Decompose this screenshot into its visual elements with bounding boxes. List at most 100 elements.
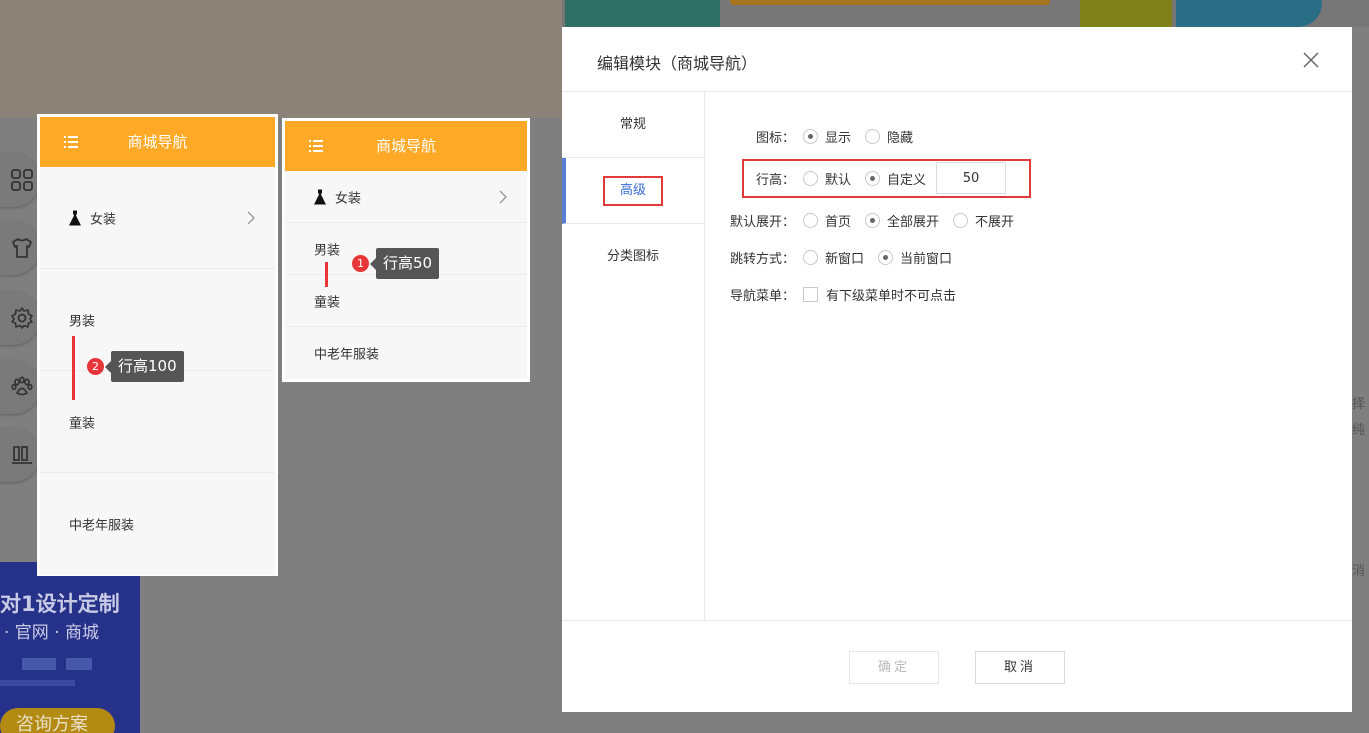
callout-tooltip: 行高100 xyxy=(105,351,184,382)
banner-decoration xyxy=(1176,0,1322,27)
nav-item-label: 中老年服装 xyxy=(69,518,135,534)
tab-category-icon[interactable]: 分类图标 xyxy=(562,224,704,290)
nav-item-label: 男装 xyxy=(69,314,96,329)
radio-dot xyxy=(803,212,818,228)
nav-item-label: 女装 xyxy=(335,191,362,206)
disable-parent-click-checkbox[interactable] xyxy=(803,286,818,302)
nav-item-label: 童装 xyxy=(69,416,96,431)
callout-number-badge: 1 xyxy=(352,255,369,272)
nav-item-kids[interactable]: 童装 xyxy=(40,371,275,473)
radio-label: 当前窗口 xyxy=(900,251,953,267)
sidebar-settings-button[interactable] xyxy=(0,291,40,345)
confirm-button[interactable]: 确定 xyxy=(849,651,939,684)
row-height-100-callout: 2 行高100 xyxy=(87,351,184,382)
cancel-button[interactable]: 取消 xyxy=(975,651,1065,684)
radio-dot xyxy=(803,128,818,144)
nav-item-label: 中老年服装 xyxy=(314,347,380,363)
row-height-indicator-line xyxy=(72,336,75,400)
row-height-indicator-line xyxy=(325,262,328,287)
expand-none-radio[interactable]: 不展开 xyxy=(953,211,1014,230)
icon-show-radio[interactable]: 显示 xyxy=(803,127,851,146)
consult-button[interactable]: 咨询方案 xyxy=(0,708,115,733)
radio-dot xyxy=(865,128,881,144)
background-text: 消 xyxy=(1352,564,1366,579)
paw-icon xyxy=(11,376,33,396)
expand-all-radio[interactable]: 全部展开 xyxy=(865,211,939,230)
promo-decoration xyxy=(22,658,56,670)
dialog-header: 编辑模块（商城导航） xyxy=(562,27,1352,92)
gear-icon xyxy=(11,307,33,329)
dress-icon xyxy=(69,210,81,225)
icon-hide-radio[interactable]: 隐藏 xyxy=(865,127,913,146)
default-expand-row: 默认展开： 首页 全部展开 不展开 xyxy=(705,207,1028,233)
field-label: 导航菜单： xyxy=(729,288,795,304)
callout-tooltip: 行高50 xyxy=(369,248,440,279)
field-label: 跳转方式： xyxy=(729,251,795,267)
sidebar-components-button[interactable] xyxy=(0,428,40,482)
sidebar-apps-button[interactable] xyxy=(0,153,40,207)
banner-decoration xyxy=(1080,0,1172,27)
promo-banner[interactable]: 对1设计定制 · 官网 · 商城 咨询方案 xyxy=(0,562,140,733)
nav-item-seniors[interactable]: 中老年服装 xyxy=(285,327,527,379)
nav-item-kids[interactable]: 童装 xyxy=(285,275,527,327)
radio-label: 显示 xyxy=(825,130,852,146)
tab-label: 高级 xyxy=(602,176,663,206)
grid-icon xyxy=(11,169,33,191)
blocks-icon xyxy=(12,446,32,464)
tab-general[interactable]: 常规 xyxy=(562,92,704,158)
sidebar-pet-button[interactable] xyxy=(0,360,40,414)
jump-mode-row: 跳转方式： 新窗口 当前窗口 xyxy=(705,244,966,270)
dialog-footer: 确定 取消 xyxy=(562,620,1352,712)
sidebar-style-button[interactable] xyxy=(0,221,40,275)
banner-decoration xyxy=(730,0,1050,5)
nav-header: 商城导航 xyxy=(285,121,527,171)
chevron-right-icon xyxy=(499,190,507,203)
checkbox-label: 有下级菜单时不可点击 xyxy=(826,288,957,304)
tab-label: 常规 xyxy=(619,117,646,132)
field-label: 默认展开： xyxy=(729,214,795,230)
nav-title: 商城导航 xyxy=(375,137,436,155)
current-window-radio[interactable]: 当前窗口 xyxy=(878,248,952,267)
row-height-50-callout: 1 行高50 xyxy=(352,248,440,279)
nav-menu-row: 导航菜单： 有下级菜单时不可点击 xyxy=(705,281,956,307)
radio-label: 隐藏 xyxy=(887,130,914,146)
nav-title: 商城导航 xyxy=(127,133,188,151)
background-text: 纯 xyxy=(1352,423,1366,438)
close-icon[interactable] xyxy=(1300,49,1322,71)
tab-advanced[interactable]: 高级 xyxy=(562,158,704,224)
callout-number-badge: 2 xyxy=(87,358,104,375)
nav-item-seniors[interactable]: 中老年服装 xyxy=(40,473,275,575)
nav-item-women[interactable]: 女装 xyxy=(40,167,275,269)
icon-setting-row: 图标： 显示 隐藏 xyxy=(705,123,927,149)
tab-label: 分类图标 xyxy=(606,249,659,264)
radio-dot xyxy=(953,212,969,228)
nav-item-label: 童装 xyxy=(314,295,341,310)
radio-label: 不展开 xyxy=(975,214,1015,230)
nav-item-women[interactable]: 女装 xyxy=(285,171,527,223)
nav-header: 商城导航 xyxy=(40,117,275,167)
background-text: 择 xyxy=(1352,397,1366,412)
radio-label: 新窗口 xyxy=(825,251,865,267)
promo-subtitle: · 官网 · 商城 xyxy=(4,623,100,643)
dialog-title: 编辑模块（商城导航） xyxy=(597,54,758,73)
radio-dot xyxy=(878,249,894,265)
banner-decoration xyxy=(565,0,720,27)
new-window-radio[interactable]: 新窗口 xyxy=(803,248,864,267)
radio-dot xyxy=(865,212,881,228)
radio-label: 全部展开 xyxy=(887,214,940,230)
radio-label: 首页 xyxy=(825,214,852,230)
background-banner xyxy=(0,0,562,118)
nav-item-label: 女装 xyxy=(90,212,117,227)
chevron-right-icon xyxy=(247,211,255,224)
shirt-icon xyxy=(12,238,32,258)
radio-dot xyxy=(803,249,818,265)
nav-item-label: 男装 xyxy=(314,243,341,258)
edit-module-dialog: 编辑模块（商城导航） 常规 高级 分类图标 图标： 显示 隐藏 行高： 默认 自… xyxy=(562,27,1352,712)
expand-home-radio[interactable]: 首页 xyxy=(803,211,851,230)
field-label: 图标： xyxy=(755,130,795,146)
dress-icon xyxy=(314,189,326,204)
row-height-highlight-box xyxy=(742,159,1031,198)
dialog-tabs: 常规 高级 分类图标 xyxy=(562,92,705,620)
promo-decoration xyxy=(66,658,92,670)
promo-decoration xyxy=(0,680,75,686)
